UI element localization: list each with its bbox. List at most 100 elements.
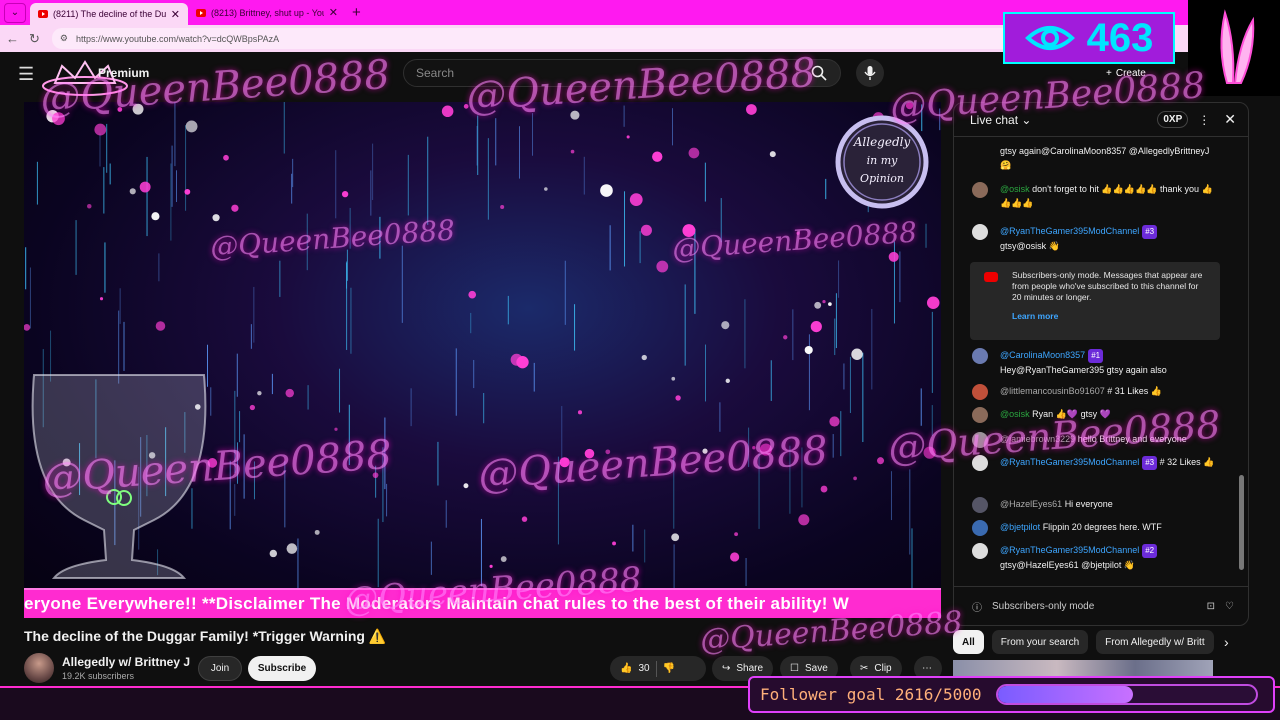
sparkle-dot [463, 104, 469, 109]
chat-mode-dropdown[interactable]: Live chat ⌄ [970, 113, 1157, 127]
sparkle-dot [468, 290, 477, 299]
author-name[interactable]: @bjetpilot [1000, 522, 1040, 532]
scrollbar-thumb[interactable] [1239, 475, 1244, 570]
subscribers-only-label: Subscribers-only mode [992, 601, 1095, 612]
author-name[interactable]: @osisk [1000, 184, 1030, 194]
sparkle-dot [516, 356, 529, 369]
sparkle-dot [629, 193, 643, 207]
message-text: gtsy again@CarolinaMoon8357 @AllegedlyBr… [1000, 146, 1210, 170]
chevron-right-icon[interactable]: › [1224, 634, 1229, 650]
channel-logo-badge: Allegedly in my Opinion [835, 115, 929, 209]
sparkle-dot [804, 345, 813, 355]
sparkle-dot [87, 203, 92, 209]
sparkle-dot [752, 446, 756, 450]
sparkle-dot [730, 552, 740, 562]
youtube-icon [196, 8, 206, 17]
sparkle-dot [184, 188, 191, 195]
sparkle-dot [223, 154, 229, 161]
chat-message: @osisk Ryan 👍💜 gtsy 💜 [972, 407, 1222, 423]
premium-label: Premium [98, 66, 150, 80]
info-icon[interactable]: ⓘ [972, 599, 982, 614]
like-button[interactable]: 👍 30 [620, 663, 650, 674]
message-text: Ryan 👍💜 gtsy 💜 [1032, 409, 1111, 419]
join-button[interactable]: Join [198, 656, 242, 681]
close-tab-icon[interactable]: ✕ [171, 8, 180, 21]
tab-list-button[interactable]: ⌄ [4, 2, 26, 23]
sparkle-dot [314, 529, 320, 535]
author-avatar [972, 407, 988, 423]
chip-from-channel[interactable]: From Allegedly w/ Britt [1096, 630, 1215, 654]
address-bar[interactable]: ⚙ https://www.youtube.com/watch?v=dcQWBp… [51, 28, 1152, 49]
browser-tab-1[interactable]: (8211) The decline of the Duggar F ✕ [30, 3, 188, 25]
message-text: # 31 Likes 👍 [1107, 386, 1162, 396]
sparkle-dot [441, 105, 454, 118]
learn-more-link[interactable]: Learn more [1012, 311, 1210, 322]
site-info-icon[interactable]: ⚙ [60, 33, 68, 44]
close-icon[interactable]: ✕ [1224, 111, 1236, 128]
chat-scrollbar[interactable] [1239, 143, 1244, 573]
back-icon[interactable]: ← [6, 31, 19, 46]
chat-message: @jamiebrown3229 hello Brittney and every… [972, 432, 1222, 448]
message-text: don't forget to hit 👍👍👍👍👍 thank you 👍👍👍👍 [1000, 184, 1213, 208]
chat-message: @CarolinaMoon8357 #1 Hey@RyanTheGamer395 g… [972, 348, 1222, 377]
subscribers-only-notice: Subscribers-only mode. Messages that app… [970, 262, 1220, 340]
chat-messages: gtsy again@CarolinaMoon8357 @AllegedlyBr… [954, 138, 1242, 578]
author-name[interactable]: @CarolinaMoon8357 [1000, 350, 1085, 360]
search-button[interactable] [797, 59, 841, 87]
chat-message: @osisk don't forget to hit 👍👍👍👍👍 thank y… [972, 182, 1222, 210]
sparkle-dot [888, 251, 899, 262]
chat-message: gtsy again@CarolinaMoon8357 @AllegedlyBr… [972, 144, 1222, 172]
sparkle-dot [829, 416, 840, 427]
voice-search-button[interactable] [856, 59, 884, 87]
save-label: Save [804, 663, 828, 674]
svg-text:Opinion: Opinion [860, 172, 904, 185]
sparkle-dot [269, 549, 278, 558]
like-count: 30 [638, 663, 650, 674]
donate-icon[interactable]: ⊡ [1207, 601, 1215, 612]
scrolling-ticker: eryone Everywhere!! **Disclaimer The Mod… [24, 588, 941, 618]
author-name[interactable]: @HazelEyes61 [1000, 499, 1062, 509]
author-name[interactable]: @RyanTheGamer395ModChannel [1000, 226, 1139, 236]
sparkle-dot [570, 149, 575, 154]
mic-icon [864, 66, 876, 80]
author-avatar [972, 520, 988, 536]
chip-from-search[interactable]: From your search [991, 630, 1089, 654]
svg-text:Allegedly: Allegedly [853, 135, 911, 149]
sparkle-dot [94, 123, 107, 136]
new-tab-button[interactable]: + [352, 4, 361, 21]
message-text: gtsy@HazelEyes61 @bjetpilot 👋 [1000, 560, 1136, 570]
youtube-icon [984, 272, 998, 282]
svg-text:in my: in my [867, 154, 899, 167]
subscribe-button[interactable]: Subscribe [248, 656, 316, 681]
channel-avatar[interactable] [24, 653, 54, 683]
author-name[interactable]: @RyanTheGamer395ModChannel [1000, 457, 1139, 467]
sparkle-dot [810, 320, 822, 333]
dislike-button[interactable]: 👎 [663, 663, 675, 674]
search-input[interactable]: Search [403, 59, 797, 87]
chip-all[interactable]: All [953, 630, 984, 654]
reload-icon[interactable]: ↻ [29, 31, 40, 47]
sparkle-dot [372, 472, 379, 479]
youtube-icon [38, 10, 48, 18]
video-player[interactable]: Allegedly in my Opinion eryone Everywher… [24, 102, 941, 618]
message-text: gtsy@osisk 👋 [1000, 241, 1060, 251]
sparkle-dot [814, 301, 822, 309]
sparkle-dot [688, 147, 700, 159]
channel-name[interactable]: Allegedly w/ Brittney J [62, 655, 190, 669]
sparkle-dot [117, 107, 123, 112]
author-name[interactable]: @jamiebrown3229 [1000, 434, 1075, 444]
message-text: Hey@RyanTheGamer395 gtsy again also [1000, 365, 1167, 375]
author-name[interactable]: @osisk [1000, 409, 1030, 419]
follower-goal-progress [995, 684, 1258, 705]
sparkle-dot [500, 556, 507, 562]
chat-title: Live chat [970, 112, 1019, 127]
close-tab-icon[interactable]: ✕ [329, 6, 338, 19]
author-name[interactable]: @RyanTheGamer395ModChannel [1000, 545, 1139, 555]
xp-badge[interactable]: 0XP [1157, 111, 1189, 128]
heart-icon[interactable]: ♡ [1225, 601, 1234, 612]
browser-tab-2[interactable]: (8213) Brittney, shut up - YouTube ✕ [188, 2, 346, 24]
create-button[interactable]: + Create [1106, 63, 1146, 83]
more-vert-icon[interactable]: ⋮ [1198, 113, 1210, 127]
sparkle-dot [151, 212, 160, 221]
author-name[interactable]: @littlemancousinBo91607 [1000, 386, 1105, 396]
